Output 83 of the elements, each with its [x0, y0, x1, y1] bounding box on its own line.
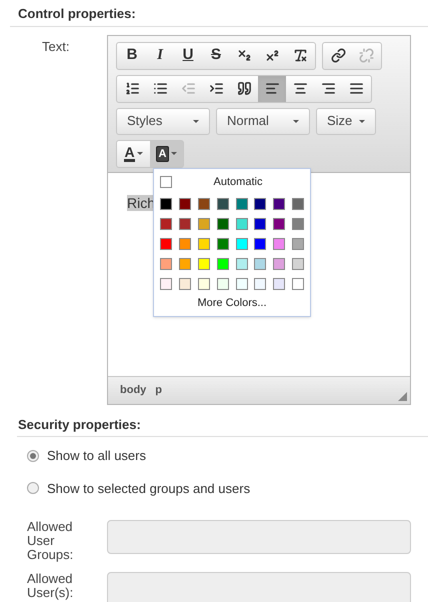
color-swatch[interactable]	[236, 258, 248, 270]
quote-icon	[236, 81, 252, 96]
outdent-icon	[180, 81, 196, 96]
resize-handle-icon[interactable]	[398, 392, 407, 400]
visibility-radio-option[interactable]: Show to all users	[27, 446, 428, 466]
justify-icon	[348, 81, 364, 96]
align-left-icon	[264, 81, 280, 96]
color-swatch[interactable]	[254, 218, 266, 230]
color-swatch[interactable]	[292, 198, 304, 210]
bold-button[interactable]: B	[118, 42, 146, 68]
color-swatch[interactable]	[254, 258, 266, 270]
color-swatch[interactable]	[178, 198, 191, 210]
superscript-icon	[264, 48, 280, 63]
caret-icon	[193, 120, 199, 122]
color-swatch[interactable]	[254, 278, 266, 290]
strike-button[interactable]: S	[202, 42, 230, 68]
section-title: Security properties:	[18, 416, 142, 434]
color-swatch[interactable]	[273, 198, 286, 210]
color-swatch[interactable]	[198, 258, 210, 270]
color-swatch[interactable]	[160, 278, 172, 290]
color-swatch[interactable]	[216, 198, 229, 210]
visibility-radio-option[interactable]: Show to selected groups and users	[27, 478, 428, 498]
radio-button[interactable]	[27, 450, 39, 462]
element-path-item[interactable]: p	[155, 382, 162, 398]
format-dropdown[interactable]: Normal	[216, 108, 310, 134]
color-swatch[interactable]	[292, 278, 304, 290]
color-swatch[interactable]	[216, 278, 229, 290]
color-swatch[interactable]	[273, 218, 286, 230]
color-swatch[interactable]	[198, 218, 210, 230]
caret-icon	[136, 152, 143, 155]
more-colors-link[interactable]: More Colors...	[197, 295, 267, 312]
element-path-item[interactable]: body	[120, 382, 146, 398]
underline-button[interactable]: U	[174, 42, 202, 68]
italic-button[interactable]: I	[146, 42, 174, 68]
background-color-button[interactable]: A	[150, 140, 183, 166]
align-center-icon	[292, 81, 308, 96]
color-swatch[interactable]	[216, 258, 229, 270]
color-swatch[interactable]	[254, 238, 266, 250]
color-swatch[interactable]	[160, 198, 172, 210]
text-color-button[interactable]: A	[117, 140, 150, 166]
color-swatch[interactable]	[216, 238, 229, 250]
color-swatch[interactable]	[273, 258, 286, 270]
color-swatch[interactable]	[254, 198, 266, 210]
color-swatch[interactable]	[178, 218, 191, 230]
link-icon	[330, 48, 346, 63]
align-left-button[interactable]	[258, 76, 286, 102]
clear-format-icon	[292, 48, 308, 63]
color-swatch[interactable]	[236, 218, 248, 230]
caret-icon	[171, 152, 178, 155]
indent-icon	[208, 81, 224, 96]
field-label: Text:	[41, 38, 70, 56]
color-swatch[interactable]	[160, 238, 172, 250]
color-swatch[interactable]	[178, 238, 191, 250]
numbered-list-icon	[124, 81, 140, 96]
color-swatch[interactable]	[236, 198, 248, 210]
color-swatch[interactable]	[292, 238, 304, 250]
color-swatch[interactable]	[273, 278, 286, 290]
bullet-list-icon	[152, 81, 168, 96]
color-swatch[interactable]	[216, 218, 229, 230]
field-label: Allowed User(s):	[26, 572, 74, 602]
color-swatch[interactable]	[292, 218, 304, 230]
color-swatch[interactable]	[236, 278, 248, 290]
color-swatch[interactable]	[160, 218, 172, 230]
color-swatch[interactable]	[198, 278, 210, 290]
color-swatch[interactable]	[236, 238, 248, 250]
color-swatch[interactable]	[292, 258, 304, 270]
align-right-icon	[320, 81, 336, 96]
color-swatch[interactable]	[273, 238, 286, 250]
caret-icon	[293, 120, 299, 122]
color-swatch[interactable]	[178, 278, 191, 290]
color-swatch[interactable]	[160, 258, 172, 270]
subscript-icon	[236, 48, 252, 63]
automatic-color-option[interactable]: Automatic	[160, 174, 304, 190]
format-dropdown[interactable]: Styles	[116, 108, 210, 134]
color-swatch[interactable]	[198, 238, 210, 250]
caret-icon	[359, 120, 365, 122]
field-label: Allowed User Groups:	[26, 520, 74, 562]
section-title: Control properties:	[18, 5, 137, 23]
format-dropdown[interactable]: Size	[316, 108, 376, 134]
radio-button[interactable]	[27, 482, 39, 494]
color-swatch[interactable]	[198, 198, 210, 210]
unlink-icon	[358, 48, 374, 63]
color-swatch[interactable]	[178, 258, 191, 270]
